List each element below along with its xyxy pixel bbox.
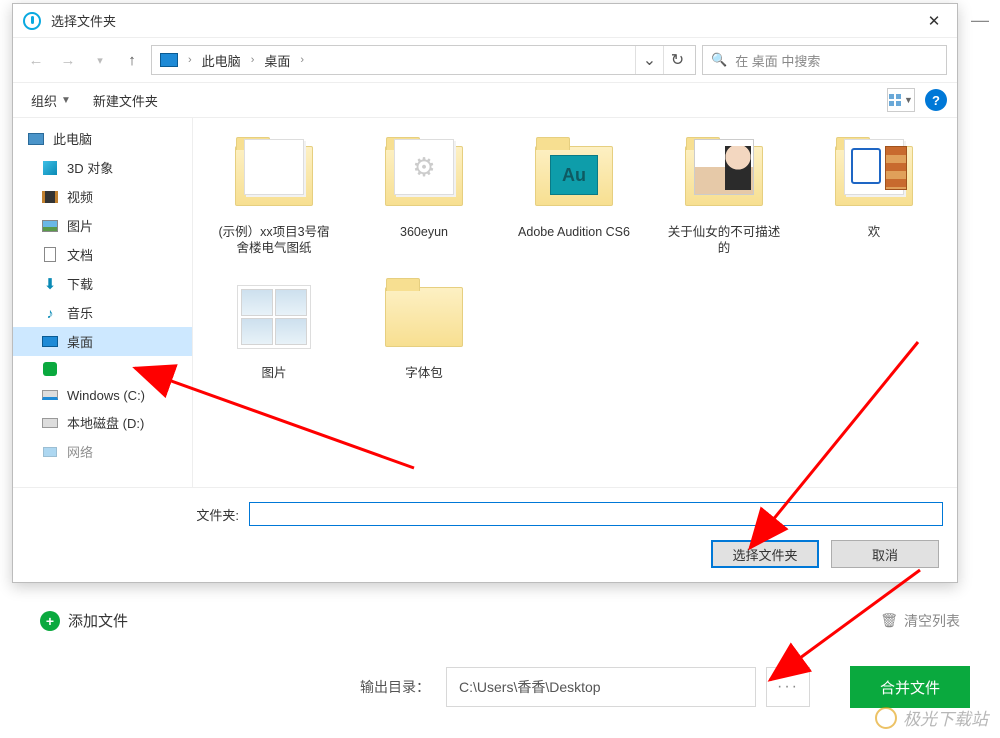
chevron-down-icon: ▼	[904, 95, 913, 105]
folder-icon	[830, 134, 918, 218]
search-input[interactable]: 🔍 在 桌面 中搜索	[702, 45, 947, 75]
cube-icon	[41, 160, 59, 176]
nav-forward: →	[55, 47, 81, 73]
search-icon: 🔍	[711, 52, 727, 68]
address-dropdown[interactable]: ⌄	[635, 46, 663, 74]
folder-item[interactable]: 关于仙女的不可描述的	[665, 134, 783, 257]
iqiyi-icon	[41, 361, 59, 377]
dialog-footer: 文件夹: 选择文件夹 取消	[13, 487, 957, 582]
output-browse-button[interactable]: ···	[766, 667, 810, 707]
tree-item-desktop[interactable]: 桌面	[13, 327, 192, 356]
folder-item[interactable]: ⚙ 360eyun	[365, 134, 483, 257]
toolbar: 组织 ▼ 新建文件夹 ▼ ?	[13, 82, 957, 118]
tree-item-documents[interactable]: 文档	[13, 240, 192, 269]
tree-item-iqiyi[interactable]	[13, 356, 192, 382]
nav-recent-dropdown[interactable]: ▾	[87, 47, 113, 73]
breadcrumb-root[interactable]: 此电脑	[198, 49, 245, 72]
merge-button[interactable]: 合并文件	[850, 666, 970, 708]
watermark-text: 极光下载站	[903, 705, 988, 730]
folder-icon: Au	[530, 134, 618, 218]
chevron-icon: ›	[249, 54, 257, 66]
video-icon	[41, 189, 59, 205]
watermark-icon	[875, 707, 897, 729]
organize-button[interactable]: 组织 ▼	[23, 87, 79, 114]
output-dir-label: 输出目录：	[360, 677, 430, 697]
folder-item[interactable]: Au Adobe Audition CS6	[515, 134, 633, 257]
search-placeholder: 在 桌面 中搜索	[735, 51, 820, 70]
plus-icon: +	[40, 611, 60, 631]
folder-grid: (示例）xx项目3号宿舍楼电气图纸 ⚙ 360eyun Au Adobe Aud…	[193, 118, 957, 487]
folder-icon	[230, 275, 318, 359]
address-bar[interactable]: › 此电脑 › 桌面 › ⌄ ↻	[151, 45, 696, 75]
folder-icon	[230, 134, 318, 218]
folder-item[interactable]: 欢	[815, 134, 933, 257]
folder-icon	[680, 134, 768, 218]
folder-icon: ⚙	[380, 134, 468, 218]
tree-item-music[interactable]: ♪音乐	[13, 298, 192, 327]
select-folder-button[interactable]: 选择文件夹	[711, 540, 819, 568]
chevron-icon: ›	[186, 54, 194, 66]
output-path-field[interactable]: C:\Users\香香\Desktop	[446, 667, 756, 707]
tree-item-pictures[interactable]: 图片	[13, 211, 192, 240]
folder-item[interactable]: 字体包	[365, 275, 483, 381]
new-folder-button[interactable]: 新建文件夹	[85, 87, 166, 114]
desktop-icon	[41, 334, 59, 350]
folder-item[interactable]: 图片	[215, 275, 333, 381]
breadcrumb-current[interactable]: 桌面	[260, 49, 294, 72]
clear-list-button[interactable]: 🗑 清空列表	[880, 611, 960, 631]
trash-icon: 🗑	[880, 612, 898, 629]
folder-picker-dialog: 选择文件夹 ✕ ← → ▾ ↑ › 此电脑 › 桌面 › ⌄ ↻ 🔍 在 桌面 …	[12, 3, 958, 583]
document-icon	[41, 247, 59, 263]
add-file-button[interactable]: + 添加文件	[40, 610, 128, 631]
tree-root-pc[interactable]: 此电脑	[13, 124, 192, 153]
tree-item-drive-d[interactable]: 本地磁盘 (D:)	[13, 408, 192, 437]
pc-icon	[27, 131, 45, 147]
help-button[interactable]: ?	[925, 89, 947, 111]
view-mode-button[interactable]: ▼	[887, 88, 915, 112]
chevron-icon: ›	[298, 54, 306, 66]
drive-icon	[41, 387, 59, 403]
app-icon	[23, 12, 41, 30]
refresh-button[interactable]: ↻	[663, 46, 691, 74]
chevron-down-icon: ▼	[61, 95, 71, 106]
folder-item[interactable]: (示例）xx项目3号宿舍楼电气图纸	[215, 134, 333, 257]
picture-icon	[41, 218, 59, 234]
watermark: 极光下载站	[875, 705, 988, 730]
close-button[interactable]: ✕	[917, 7, 951, 35]
nav-row: ← → ▾ ↑ › 此电脑 › 桌面 › ⌄ ↻ 🔍 在 桌面 中搜索	[13, 38, 957, 82]
folder-icon	[380, 275, 468, 359]
drive-icon	[41, 415, 59, 431]
nav-back[interactable]: ←	[23, 47, 49, 73]
titlebar: 选择文件夹 ✕	[13, 4, 957, 38]
folder-field-label: 文件夹:	[27, 505, 239, 524]
app-minimize[interactable]: —	[960, 0, 1000, 40]
tree-item-drive-c[interactable]: Windows (C:)	[13, 382, 192, 408]
folder-name-input[interactable]	[249, 502, 943, 526]
nav-tree: 此电脑 3D 对象 视频 图片 文档 ⬇下载 ♪音乐 桌面 Windows (C…	[13, 118, 193, 487]
nav-up[interactable]: ↑	[119, 47, 145, 73]
tree-item-downloads[interactable]: ⬇下载	[13, 269, 192, 298]
add-file-label: 添加文件	[68, 610, 128, 631]
tree-item-3d[interactable]: 3D 对象	[13, 153, 192, 182]
cancel-button[interactable]: 取消	[831, 540, 939, 568]
dialog-title: 选择文件夹	[51, 11, 917, 30]
pc-icon	[160, 53, 178, 67]
tree-item-video[interactable]: 视频	[13, 182, 192, 211]
grid-icon	[889, 94, 901, 106]
tree-item-network[interactable]: 网络	[13, 437, 192, 466]
download-icon: ⬇	[41, 276, 59, 292]
clear-list-label: 清空列表	[904, 611, 960, 631]
music-icon: ♪	[41, 305, 59, 321]
network-icon	[41, 444, 59, 460]
